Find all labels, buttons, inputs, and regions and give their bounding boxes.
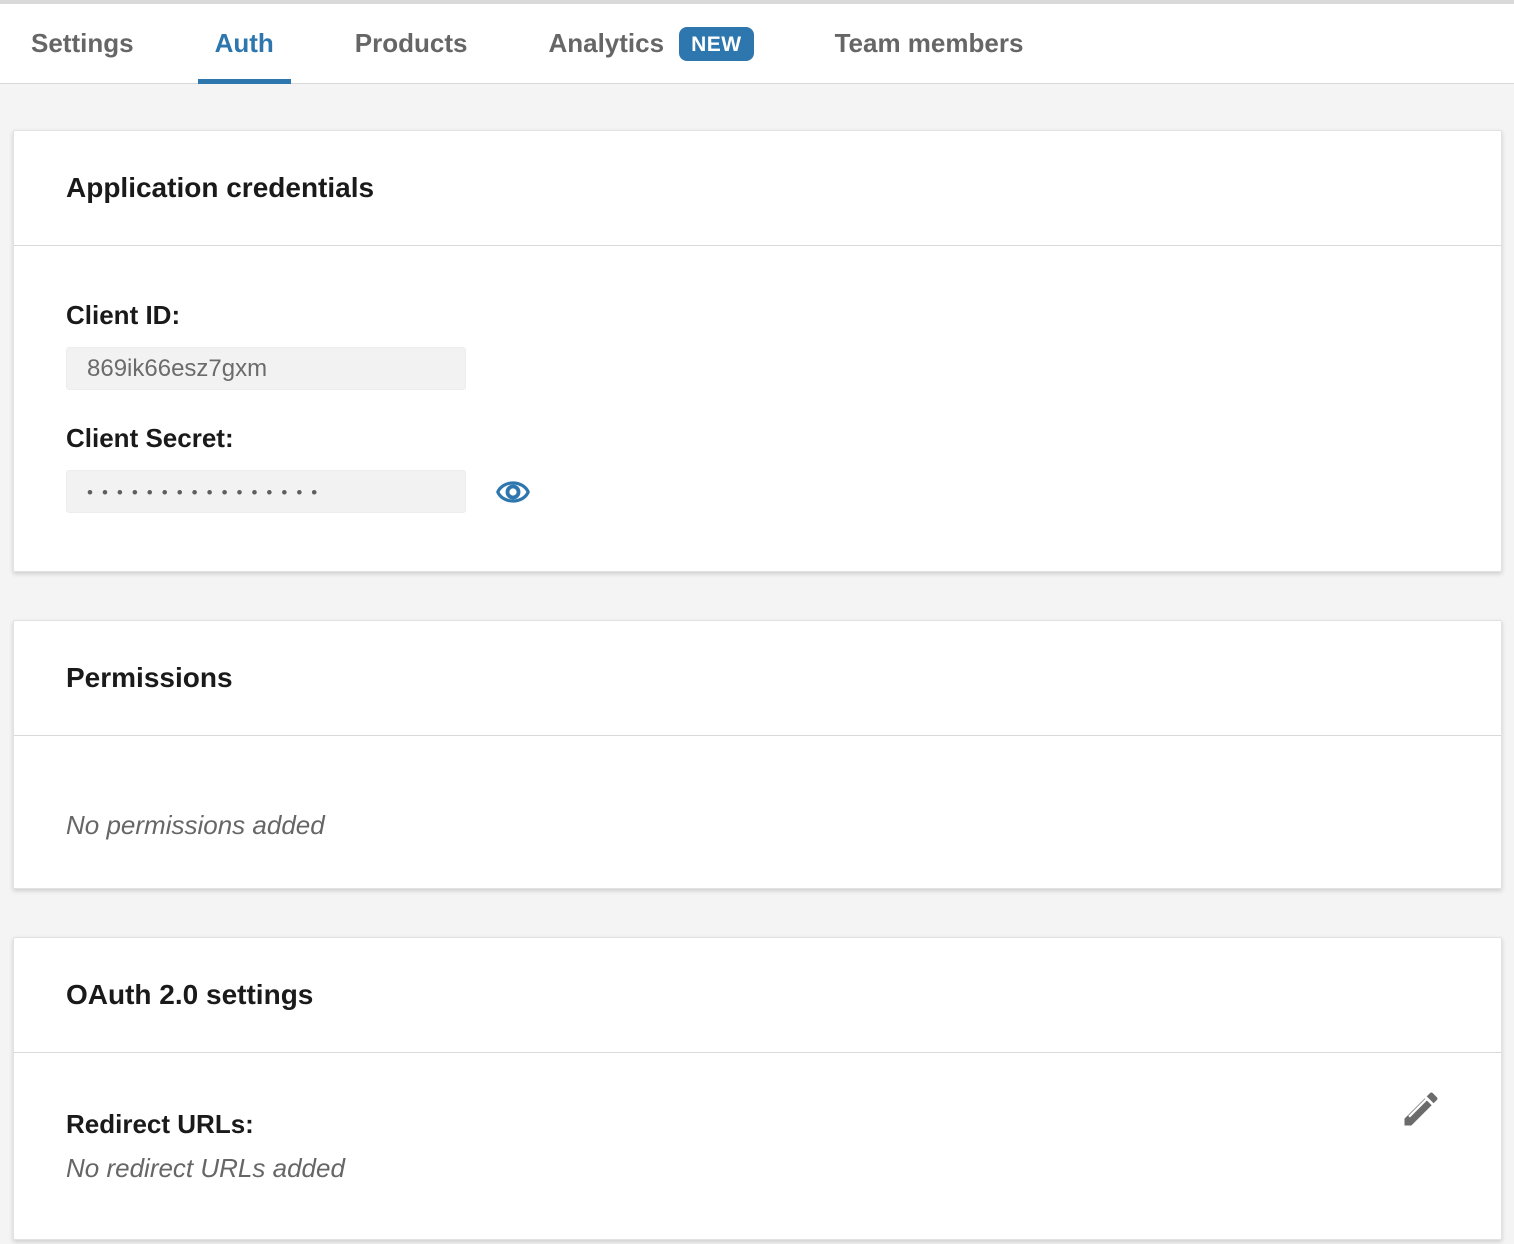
client-secret-field: •••••••••••••••• [66, 470, 466, 513]
redirect-urls-empty-text: No redirect URLs added [66, 1153, 1449, 1183]
tab-analytics-label: Analytics [548, 28, 664, 59]
client-id-label: Client ID: [66, 300, 1449, 330]
tab-settings-label: Settings [31, 28, 134, 59]
tab-auth[interactable]: Auth [198, 4, 291, 83]
oauth-settings-body: Redirect URLs: No redirect URLs added [14, 1053, 1501, 1239]
tab-settings[interactable]: Settings [14, 4, 151, 83]
client-secret-label: Client Secret: [66, 423, 1449, 453]
tab-products-label: Products [355, 28, 468, 59]
oauth-settings-title: OAuth 2.0 settings [66, 978, 1449, 1012]
application-credentials-title: Application credentials [66, 171, 1449, 205]
client-secret-row: •••••••••••••••• [66, 470, 1449, 513]
permissions-header: Permissions [14, 621, 1501, 736]
application-credentials-card: Application credentials Client ID: 869ik… [13, 130, 1502, 572]
tab-products[interactable]: Products [338, 4, 485, 83]
edit-redirect-urls-button[interactable] [1399, 1087, 1443, 1131]
permissions-body: No permissions added [14, 736, 1501, 888]
application-credentials-header: Application credentials [14, 131, 1501, 246]
client-id-value: 869ik66esz7gxm [87, 355, 267, 383]
reveal-secret-button[interactable] [496, 475, 530, 509]
tab-team-members[interactable]: Team members [818, 4, 1041, 83]
new-badge: NEW [679, 27, 754, 61]
pencil-icon [1399, 1087, 1443, 1131]
client-secret-masked-value: •••••••••••••••• [87, 482, 326, 501]
redirect-urls-label: Redirect URLs: [66, 1109, 1449, 1139]
eye-icon [496, 475, 530, 509]
oauth-settings-header: OAuth 2.0 settings [14, 938, 1501, 1053]
tab-auth-label: Auth [215, 28, 274, 59]
permissions-empty-text: No permissions added [66, 810, 1449, 840]
client-id-field: 869ik66esz7gxm [66, 347, 466, 390]
application-credentials-body: Client ID: 869ik66esz7gxm Client Secret:… [14, 246, 1501, 571]
permissions-title: Permissions [66, 661, 1449, 695]
permissions-card: Permissions No permissions added [13, 620, 1502, 889]
oauth-settings-card: OAuth 2.0 settings Redirect URLs: No red… [13, 937, 1502, 1240]
auth-tab-content: Application credentials Client ID: 869ik… [0, 84, 1514, 1240]
app-tab-bar: Settings Auth Products Analytics NEW Tea… [0, 0, 1514, 84]
tab-team-members-label: Team members [835, 28, 1024, 59]
tab-analytics[interactable]: Analytics NEW [531, 4, 770, 83]
